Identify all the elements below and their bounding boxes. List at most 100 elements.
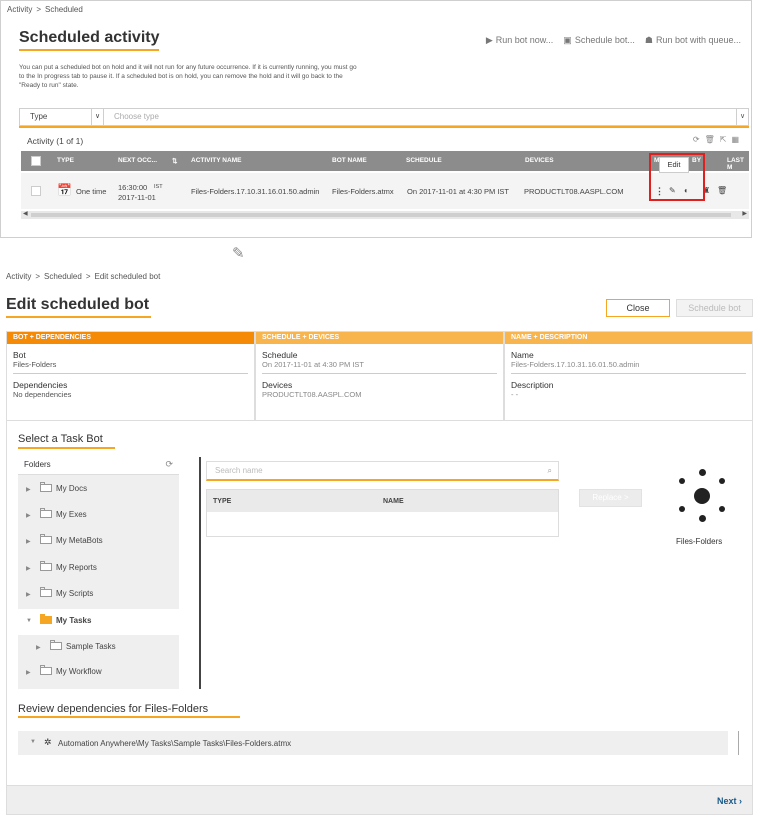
folders-header-label: Folders [24,460,51,469]
breadcrumb-scheduled[interactable]: Scheduled [44,272,82,281]
folder-icon [40,587,52,597]
folder-my-tasks[interactable]: ▼ My Tasks [18,609,179,635]
search-icon[interactable]: ⌕ [548,466,552,476]
dependency-row[interactable]: ▼ ✲ Automation Anywhere\My Tasks\Sample … [18,731,728,755]
col-activity-name[interactable]: ACTIVITY NAME [191,157,241,164]
expand-arrow-icon[interactable]: ▶ [26,591,31,598]
search-input[interactable]: Search name ⌕ [206,461,559,481]
schedule-label: Schedule [262,350,298,360]
folder-label: My Exes [56,510,87,519]
run-bot-now-button[interactable]: ▶ Run bot now... [486,35,553,46]
breadcrumb-separator: > [35,272,41,281]
expand-arrow-icon[interactable]: ▶ [36,644,41,651]
grid-header: TYPE NEXT OCC... ⇅ ACTIVITY NAME BOT NAM… [21,151,749,171]
folder-label: My MetaBots [56,536,103,545]
selection-notch [179,612,187,628]
col-bot-name[interactable]: BOT NAME [332,157,367,164]
expand-arrow-icon[interactable]: ▶ [26,512,31,519]
breadcrumb-activity[interactable]: Activity [7,5,32,14]
folder-sample-tasks[interactable]: ▶ Sample Tasks [18,635,179,661]
row-checkbox[interactable] [31,186,41,196]
page-title: Scheduled activity [19,29,160,46]
folder-my-exes[interactable]: ▶ My Exes [18,503,179,529]
delete-icon[interactable]: 🗑 [717,186,727,195]
dependency-path: Automation Anywhere\My Tasks\Sample Task… [58,739,292,748]
col-next-occurrence[interactable]: NEXT OCC... [118,157,157,164]
section-underline [18,447,115,449]
breadcrumb-edit: Edit scheduled bot [94,272,161,281]
description-label: Description [511,380,554,390]
folder-my-reports[interactable]: ▶ My Reports [18,556,179,582]
select-all-checkbox[interactable] [31,156,41,166]
expand-arrow-icon[interactable]: ▶ [26,486,31,493]
collapse-arrow-icon[interactable]: ▼ [30,739,36,745]
delete-icon[interactable]: 🗑 [705,135,715,144]
wizard-steps: BOT + DEPENDENCIES Bot Files-Folders Dep… [6,331,753,421]
vertical-scrollbar[interactable] [738,731,739,755]
chevron-down-icon[interactable]: ∨ [736,109,748,125]
folder-my-docs[interactable]: ▶ My Docs [18,477,179,503]
schedule-bot-label: Schedule bot... [574,35,635,45]
section-underline [18,716,240,718]
page-title: Edit scheduled bot [6,296,150,313]
folder-my-workflow[interactable]: ▶ My Workflow [18,660,179,686]
refresh-icon[interactable]: ⟳ [693,135,700,144]
step-name-description[interactable]: NAME + DESCRIPTION Name Files-Folders.17… [504,331,753,421]
table-row[interactable]: 📅 One time 16:30:00 IST 2017-11-01 Files… [21,173,749,209]
page-description: You can put a scheduled bot on hold and … [19,64,357,89]
folder-icon [40,561,52,571]
scroll-right-icon[interactable]: ▶ [742,210,747,217]
devices-value: PRODUCTLT08.AASPL.COM [262,390,362,399]
bot-icon [672,466,728,522]
breadcrumb-scheduled: Scheduled [45,5,83,14]
play-icon: ▶ [485,35,493,45]
scrollbar-thumb[interactable] [31,213,731,217]
schedule-bot-button[interactable]: Schedule bot [676,299,753,317]
divider [511,373,746,374]
expand-arrow-icon[interactable]: ▶ [26,538,31,545]
step-header: SCHEDULE + DEVICES [256,332,503,344]
row-type: One time [76,187,107,196]
col-devices[interactable]: DEVICES [525,157,554,164]
step-bot-dependencies[interactable]: BOT + DEPENDENCIES Bot Files-Folders Dep… [6,331,255,421]
sort-icon[interactable]: ⇅ [172,157,177,165]
refresh-icon[interactable]: ⟳ [165,459,173,470]
expand-arrow-icon[interactable]: ▶ [26,565,31,572]
choose-type-placeholder: Choose type [114,112,159,121]
breadcrumb-activity[interactable]: Activity [6,272,31,281]
choose-type-select[interactable]: Choose type ∨ [104,109,748,125]
next-button[interactable]: Next › [717,796,742,806]
export-icon[interactable]: ⇱ [720,135,727,144]
title-underline [19,49,159,51]
close-button[interactable]: Close [606,299,670,317]
row-devices: PRODUCTLT08.AASPL.COM [524,187,624,196]
collapse-arrow-icon[interactable]: ▼ [26,618,32,624]
scroll-left-icon[interactable]: ◀ [23,210,28,217]
title-underline [6,316,151,318]
col-schedule[interactable]: SCHEDULE [406,157,442,164]
replace-button[interactable]: Replace > [579,489,642,507]
col-last-modified[interactable]: LAST M [727,157,749,171]
horizontal-scrollbar[interactable]: ◀ ▶ [21,211,749,219]
breadcrumb-separator: > [36,5,42,14]
folder-label: My Reports [56,563,97,572]
folder-my-metabots[interactable]: ▶ My MetaBots [18,529,179,555]
chevron-down-icon[interactable]: ∨ [91,109,103,125]
col-name[interactable]: NAME [383,498,404,505]
step-schedule-devices[interactable]: SCHEDULE + DEVICES Schedule On 2017-11-0… [255,331,504,421]
expand-arrow-icon[interactable]: ▶ [26,669,31,676]
run-bot-with-queue-button[interactable]: ☗ Run bot with queue... [645,35,741,46]
folder-icon [40,665,52,675]
panel-divider[interactable] [199,457,201,689]
folder-my-scripts[interactable]: ▶ My Scripts [18,582,179,608]
schedule-bot-button[interactable]: ▣ Schedule bot... [563,35,635,46]
filter-type-select[interactable]: Type ∨ [20,109,104,125]
calendar-icon: ▣ [563,35,572,45]
columns-icon[interactable]: ▦ [731,135,739,144]
col-type[interactable]: TYPE [213,498,231,505]
row-bot-name: Files-Folders.atmx [332,187,394,196]
col-type[interactable]: TYPE [57,157,74,164]
search-placeholder: Search name [215,466,263,475]
breadcrumb-separator: > [85,272,91,281]
breadcrumb: Activity > Scheduled [7,5,83,14]
